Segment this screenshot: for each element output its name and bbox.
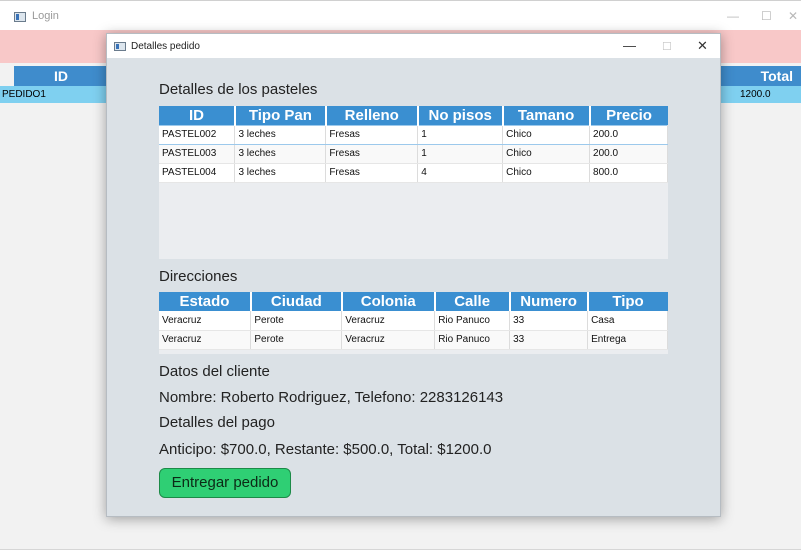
- cake-cell-tamano: Chico: [502, 124, 591, 145]
- dialog-titlebar[interactable]: Detalles pedido — ☐ ✕: [107, 34, 720, 58]
- cakes-section-label: Detalles de los pasteles: [159, 81, 318, 98]
- address-cell-ciudad: Perote: [250, 330, 343, 350]
- dialog-close-icon[interactable]: ✕: [697, 38, 708, 54]
- addresses-header-numero[interactable]: Numero: [509, 292, 589, 311]
- cake-cell-precio: 200.0: [589, 124, 668, 145]
- address-cell-tipo: Casa: [587, 311, 668, 331]
- cake-cell-precio: 800.0: [589, 163, 668, 183]
- cake-cell-tipo-pan: 3 leches: [234, 124, 327, 145]
- table-row[interactable]: PASTEL002 3 leches Fresas 1 Chico 200.0: [159, 124, 668, 145]
- cake-cell-id: PASTEL002: [159, 124, 236, 145]
- address-cell-calle: Rio Panuco: [434, 311, 511, 331]
- cake-cell-tipo-pan: 3 leches: [234, 144, 327, 164]
- addresses-header-tipo[interactable]: Tipo: [587, 292, 668, 311]
- cake-cell-no-pisos: 1: [417, 124, 504, 145]
- address-cell-colonia: Veracruz: [341, 330, 436, 350]
- maximize-icon[interactable]: ☐: [761, 9, 772, 23]
- address-cell-numero: 33: [509, 311, 589, 331]
- cake-cell-relleno: Fresas: [325, 124, 419, 145]
- dialog-window-icon: [114, 42, 126, 51]
- cakes-header-precio[interactable]: Precio: [589, 106, 668, 125]
- cakes-header-tamano[interactable]: Tamano: [502, 106, 591, 125]
- cake-cell-id: PASTEL003: [159, 144, 236, 164]
- addresses-header-estado[interactable]: Estado: [159, 292, 252, 311]
- address-cell-estado: Veracruz: [159, 311, 252, 331]
- addresses-section-label: Direcciones: [159, 268, 238, 285]
- addresses-header-colonia[interactable]: Colonia: [341, 292, 436, 311]
- address-cell-colonia: Veracruz: [341, 311, 436, 331]
- login-window-titlebar: Login — ☐ ✕: [0, 0, 801, 30]
- cake-cell-precio: 200.0: [589, 144, 668, 164]
- payment-section-label: Detalles del pago: [159, 414, 275, 431]
- table-row[interactable]: Veracruz Perote Veracruz Rio Panuco 33 C…: [159, 311, 668, 331]
- dialog-title: Detalles pedido: [131, 41, 200, 52]
- cakes-header-relleno[interactable]: Relleno: [325, 106, 419, 125]
- cake-cell-relleno: Fresas: [325, 144, 419, 164]
- addresses-table[interactable]: Estado Ciudad Colonia Calle Numero Tipo …: [159, 292, 668, 354]
- cake-cell-tamano: Chico: [502, 163, 591, 183]
- payment-info-text: Anticipo: $700.0, Restante: $500.0, Tota…: [159, 441, 492, 458]
- table-row[interactable]: Veracruz Perote Veracruz Rio Panuco 33 E…: [159, 330, 668, 350]
- client-section-label: Datos del cliente: [159, 363, 270, 380]
- address-cell-calle: Rio Panuco: [434, 330, 511, 350]
- addresses-header-ciudad[interactable]: Ciudad: [250, 292, 343, 311]
- taskbar-edge: [0, 549, 801, 559]
- cakes-header-id[interactable]: ID: [159, 106, 236, 125]
- address-cell-tipo: Entrega: [587, 330, 668, 350]
- cake-cell-tamano: Chico: [502, 144, 591, 164]
- orders-column-header-id[interactable]: ID: [14, 66, 108, 86]
- orders-column-header-total[interactable]: Total: [720, 66, 801, 86]
- table-row[interactable]: PASTEL004 3 leches Fresas 4 Chico 800.0: [159, 163, 668, 183]
- table-row[interactable]: PASTEL003 3 leches Fresas 1 Chico 200.0: [159, 144, 668, 164]
- app-window-icon: [14, 12, 26, 22]
- dialog-minimize-icon[interactable]: —: [623, 38, 636, 53]
- login-window-title: Login: [32, 10, 59, 22]
- cake-cell-id: PASTEL004: [159, 163, 236, 183]
- dialog-maximize-icon: ☐: [662, 41, 672, 53]
- client-info-text: Nombre: Roberto Rodriguez, Telefono: 228…: [159, 389, 504, 406]
- minimize-icon[interactable]: —: [727, 9, 739, 23]
- cake-cell-tipo-pan: 3 leches: [234, 163, 327, 183]
- cakes-table[interactable]: ID Tipo Pan Relleno No pisos Tamano Prec…: [159, 106, 668, 259]
- address-cell-ciudad: Perote: [250, 311, 343, 331]
- deliver-order-button[interactable]: Entregar pedido: [159, 468, 291, 498]
- orders-row-id[interactable]: PEDIDO1: [0, 86, 108, 103]
- cake-cell-no-pisos: 4: [417, 163, 504, 183]
- addresses-header-calle[interactable]: Calle: [434, 292, 511, 311]
- orders-row-total[interactable]: 1200.0: [720, 86, 801, 103]
- close-icon[interactable]: ✕: [788, 9, 798, 23]
- order-details-dialog: Detalles pedido — ☐ ✕ Detalles de los pa…: [106, 33, 721, 517]
- cake-cell-no-pisos: 1: [417, 144, 504, 164]
- address-cell-estado: Veracruz: [159, 330, 252, 350]
- cakes-header-no-pisos[interactable]: No pisos: [417, 106, 504, 125]
- address-cell-numero: 33: [509, 330, 589, 350]
- cakes-header-tipo-pan[interactable]: Tipo Pan: [234, 106, 327, 125]
- cake-cell-relleno: Fresas: [325, 163, 419, 183]
